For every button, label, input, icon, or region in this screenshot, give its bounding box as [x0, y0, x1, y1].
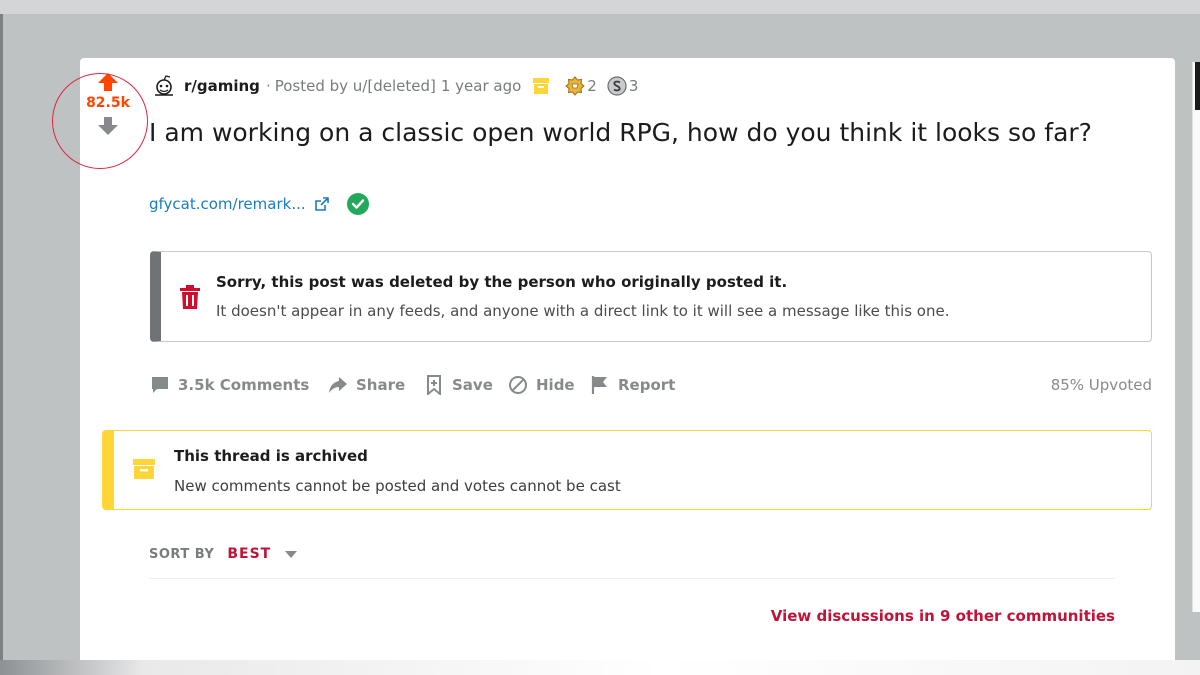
- trash-icon: [180, 285, 200, 309]
- archived-thread-notice: This thread is archived New comments can…: [102, 430, 1152, 510]
- meta-separator: ·: [265, 77, 271, 95]
- archive-box-icon: [133, 459, 155, 479]
- comment-icon: [152, 377, 168, 393]
- report-button[interactable]: Report: [590, 372, 675, 398]
- upvote-ratio: 85% Upvoted: [1050, 376, 1152, 394]
- award-trophy[interactable]: 2: [565, 76, 597, 96]
- sidebar-dark-block: [1195, 62, 1200, 110]
- share-icon: [329, 377, 347, 393]
- silver-award-icon: [607, 76, 627, 96]
- section-divider: [149, 578, 1115, 579]
- award-count: 2: [587, 77, 597, 95]
- archived-icon: [533, 78, 550, 94]
- comment-sort: SORT BY BEST: [149, 543, 298, 565]
- post-time[interactable]: 1 year ago: [441, 77, 521, 95]
- browser-top-band: [0, 0, 1200, 14]
- share-button[interactable]: Share: [328, 372, 405, 398]
- comments-label: 3.5k Comments: [178, 376, 310, 394]
- posted-by-label[interactable]: Posted by u/[deleted]: [275, 77, 436, 95]
- deleted-notice-body: It doesn't appear in any feeds, and anyo…: [216, 302, 950, 320]
- save-label: Save: [452, 376, 493, 394]
- post-title[interactable]: I am working on a classic open world RPG…: [149, 116, 1139, 149]
- vote-column: 82.5k: [80, 72, 136, 136]
- award-count: 3: [628, 77, 639, 95]
- window-left-edge: [0, 14, 3, 675]
- subreddit-icon[interactable]: [152, 75, 176, 97]
- vote-score: 82.5k: [86, 95, 130, 111]
- archived-notice-body: New comments cannot be posted and votes …: [174, 477, 621, 495]
- other-discussions-link[interactable]: View discussions in 9 other communities: [771, 607, 1115, 625]
- hide-label: Hide: [536, 376, 575, 394]
- deleted-post-notice: Sorry, this post was deleted by the pers…: [150, 251, 1152, 342]
- caret-down-icon[interactable]: [284, 549, 298, 559]
- subreddit-link[interactable]: r/gaming: [184, 77, 260, 95]
- external-link-icon[interactable]: [314, 196, 330, 212]
- post-meta: r/gaming · Posted by u/[deleted] 1 year …: [152, 74, 648, 98]
- save-button[interactable]: Save: [424, 372, 493, 398]
- comments-button[interactable]: 3.5k Comments: [150, 372, 309, 398]
- right-sidebar-strip: [1192, 62, 1200, 612]
- upvote-arrow-icon[interactable]: [97, 72, 119, 92]
- share-label: Share: [356, 376, 406, 394]
- bookmark-plus-icon: [427, 375, 441, 395]
- hide-button[interactable]: Hide: [508, 372, 575, 398]
- report-label: Report: [618, 376, 676, 394]
- downvote-arrow-icon[interactable]: [97, 116, 119, 136]
- verified-check-icon: [346, 193, 369, 215]
- post-card: 82.5k r/gaming · Posted by u/[deleted] 1…: [52, 58, 1175, 663]
- trophy-award-icon: [565, 76, 586, 96]
- post-link-row: gfycat.com/remark...: [149, 192, 370, 216]
- archived-notice-heading: This thread is archived: [174, 447, 368, 465]
- hide-icon: [509, 376, 527, 394]
- sort-dropdown[interactable]: BEST: [227, 546, 271, 562]
- flag-icon: [591, 376, 607, 394]
- bottom-edge: [0, 660, 1200, 675]
- external-link[interactable]: gfycat.com/remark...: [149, 195, 306, 213]
- deleted-notice-heading: Sorry, this post was deleted by the pers…: [216, 273, 788, 291]
- sort-label: SORT BY: [149, 546, 215, 562]
- award-silver[interactable]: 3: [607, 76, 639, 96]
- post-actions-bar: 3.5k Comments Share Save Hide Report 85%…: [150, 372, 1152, 398]
